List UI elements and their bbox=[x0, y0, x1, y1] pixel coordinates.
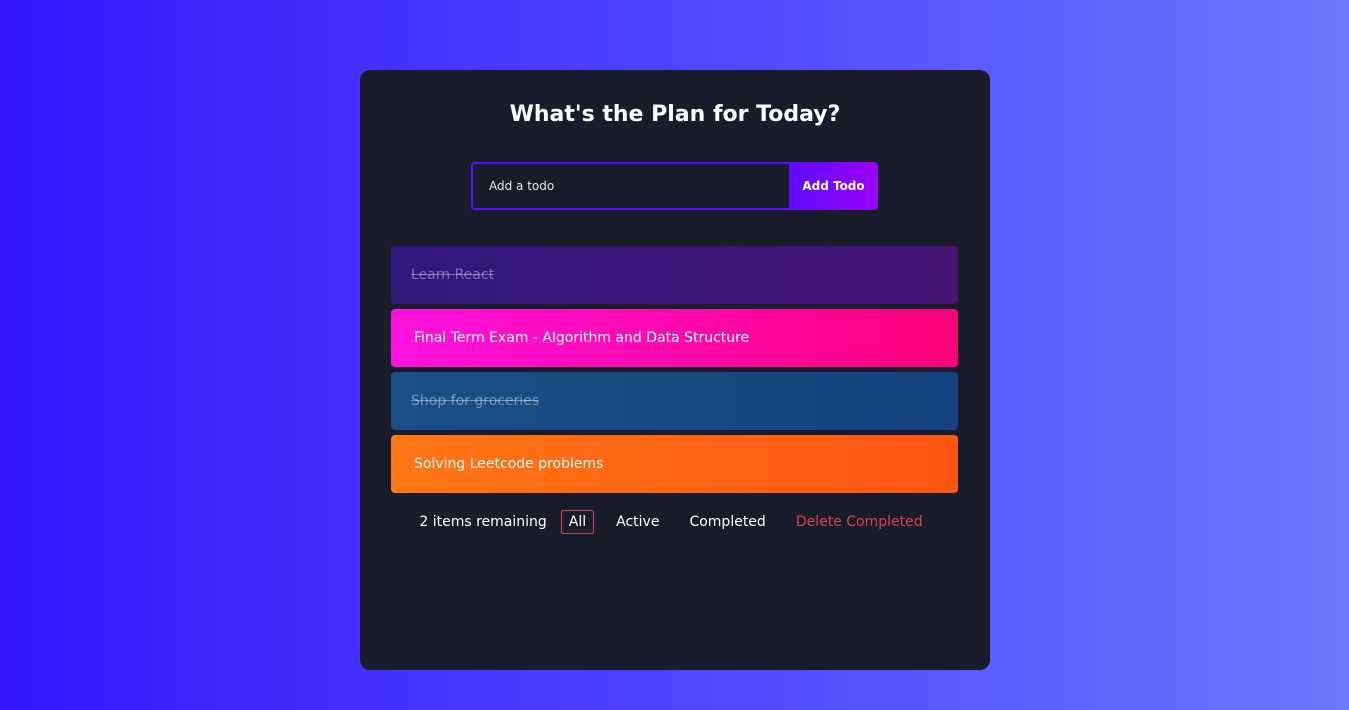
todo-card: What's the Plan for Today? Add a todo Ad… bbox=[360, 70, 990, 670]
items-remaining: 2 items remaining bbox=[419, 514, 547, 530]
todo-text: Learn React bbox=[411, 267, 495, 283]
todo-list: Learn React Final Term Exam - Algorithm … bbox=[391, 246, 958, 498]
todo-text: Shop for groceries bbox=[411, 393, 540, 409]
add-todo-form: Add a todo Add Todo bbox=[471, 162, 878, 210]
page-title: What's the Plan for Today? bbox=[509, 102, 841, 127]
add-todo-button[interactable]: Add Todo bbox=[789, 162, 878, 210]
filter-completed[interactable]: Completed bbox=[681, 510, 773, 534]
filter-active[interactable]: Active bbox=[608, 510, 667, 534]
delete-completed-button[interactable]: Delete Completed bbox=[788, 510, 931, 534]
todo-item[interactable]: Shop for groceries bbox=[391, 372, 958, 430]
todo-input[interactable]: Add a todo bbox=[471, 162, 789, 210]
todo-item[interactable]: Solving Leetcode problems bbox=[391, 435, 958, 493]
filter-all[interactable]: All bbox=[560, 510, 595, 534]
todo-item[interactable]: Learn React bbox=[391, 246, 958, 304]
todo-footer: 2 items remaining All Active Completed D… bbox=[360, 510, 990, 534]
todo-item[interactable]: Final Term Exam - Algorithm and Data Str… bbox=[391, 309, 958, 367]
todo-text: Solving Leetcode problems bbox=[414, 456, 604, 472]
todo-text: Final Term Exam - Algorithm and Data Str… bbox=[414, 330, 750, 346]
